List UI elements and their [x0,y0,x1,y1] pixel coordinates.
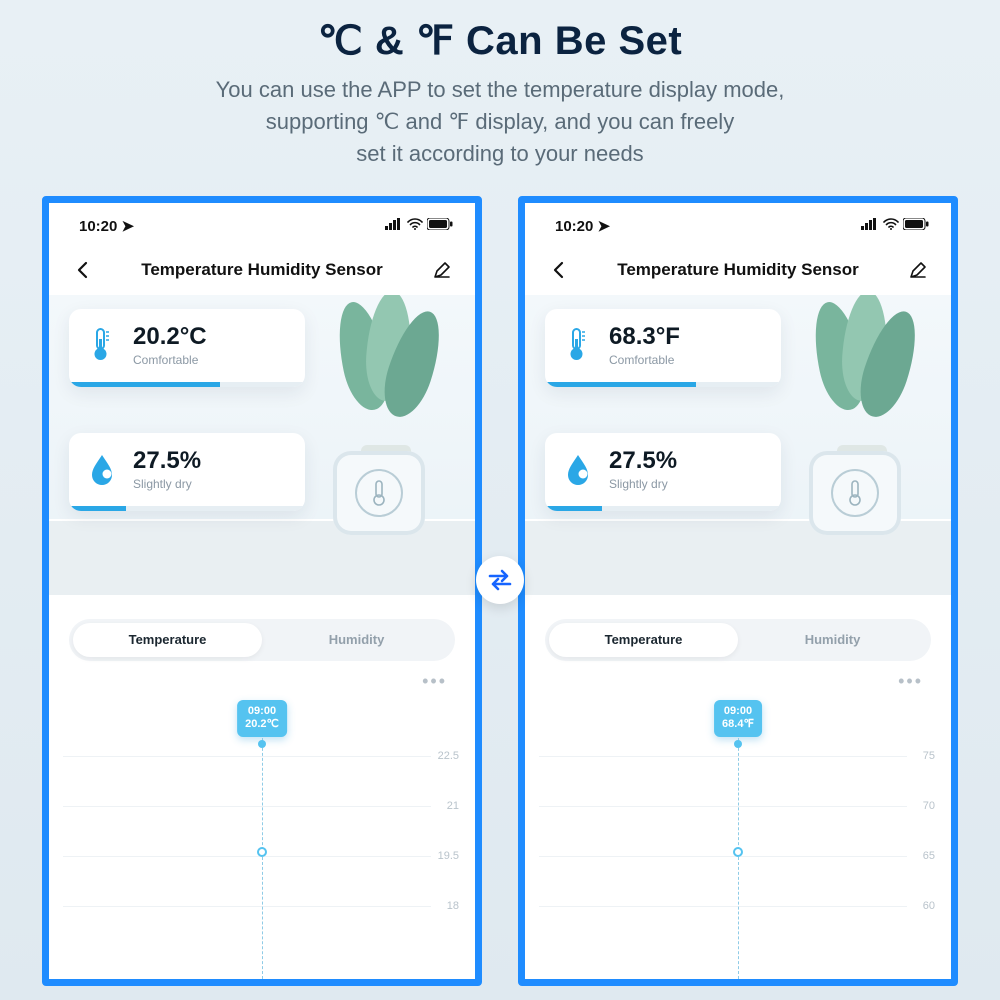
humidity-value: 27.5% [609,447,677,475]
hero-description: You can use the APP to set the temperatu… [0,74,1000,170]
hero-title: ℃ & ℉ Can Be Set [0,18,1000,64]
chart-tabs: Temperature Humidity [69,619,455,661]
temperature-value: 20.2°C [133,323,207,351]
temperature-value: 68.3°F [609,323,680,351]
hero-line2: supporting ℃ and ℉ display, and you can … [266,109,734,134]
back-button[interactable] [71,259,93,281]
status-bar: 10:20 ➤ [525,203,951,241]
sensor-device-illustration [809,451,901,535]
back-button[interactable] [547,259,569,281]
y-axis-label: 21 [447,800,459,812]
tab-temperature[interactable]: Temperature [73,623,262,657]
edit-button[interactable] [907,259,929,281]
chart-point [734,740,742,748]
chart-tooltip: 09:0068.4℉ [714,700,762,738]
location-arrow-icon: ➤ [122,218,135,235]
humidity-status: Slightly dry [609,477,677,491]
chart-tabs: Temperature Humidity [545,619,931,661]
droplet-icon [561,449,595,489]
thermometer-icon [561,325,595,365]
tab-temperature[interactable]: Temperature [549,623,738,657]
y-axis-label: 70 [923,800,935,812]
page-title: Temperature Humidity Sensor [141,260,383,280]
temperature-status: Comfortable [133,353,207,367]
hero-line3: set it according to your needs [356,141,643,166]
humidity-status: Slightly dry [133,477,201,491]
status-time: 10:20 ➤ [79,217,134,235]
battery-icon [903,217,929,234]
temperature-chart[interactable]: 22.5 21 19.5 18 09:0020.2℃ [49,696,475,979]
location-arrow-icon: ➤ [598,218,611,235]
tab-humidity[interactable]: Humidity [738,623,927,657]
chart-tooltip: 09:0020.2℃ [237,700,287,738]
sensor-device-illustration [333,451,425,535]
more-options-button[interactable]: ••• [525,661,951,692]
phone-celsius: 10:20 ➤ Temperature Humidity Sensor [42,196,482,986]
humidity-card[interactable]: 27.5% Slightly dry [545,433,781,511]
wifi-icon [883,217,899,234]
humidity-progress [69,506,305,511]
more-options-button[interactable]: ••• [49,661,475,692]
temperature-card[interactable]: 68.3°F Comfortable [545,309,781,387]
status-time: 10:20 ➤ [555,217,610,235]
y-axis-label: 60 [923,900,935,912]
temperature-chart[interactable]: 75 70 65 60 09:0068.4℉ [525,696,951,979]
hero-line1: You can use the APP to set the temperatu… [216,77,785,102]
wifi-icon [407,217,423,234]
page-title: Temperature Humidity Sensor [617,260,859,280]
chart-marker [257,847,267,857]
battery-icon [427,217,453,234]
temperature-status: Comfortable [609,353,680,367]
humidity-card[interactable]: 27.5% Slightly dry [69,433,305,511]
signal-icon [861,217,879,234]
droplet-icon [85,449,119,489]
y-axis-label: 19.5 [438,850,459,862]
signal-icon [385,217,403,234]
y-axis-label: 22.5 [438,750,459,762]
swap-arrows-icon [476,556,524,604]
tab-humidity[interactable]: Humidity [262,623,451,657]
phone-fahrenheit: 10:20 ➤ Temperature Humidity Sensor [518,196,958,986]
humidity-value: 27.5% [133,447,201,475]
thermometer-icon [85,325,119,365]
y-axis-label: 65 [923,850,935,862]
temperature-progress [545,382,781,387]
temperature-card[interactable]: 20.2°C Comfortable [69,309,305,387]
temperature-progress [69,382,305,387]
humidity-progress [545,506,781,511]
status-bar: 10:20 ➤ [49,203,475,241]
chart-marker [733,847,743,857]
chart-point [258,740,266,748]
edit-button[interactable] [431,259,453,281]
y-axis-label: 75 [923,750,935,762]
y-axis-label: 18 [447,900,459,912]
